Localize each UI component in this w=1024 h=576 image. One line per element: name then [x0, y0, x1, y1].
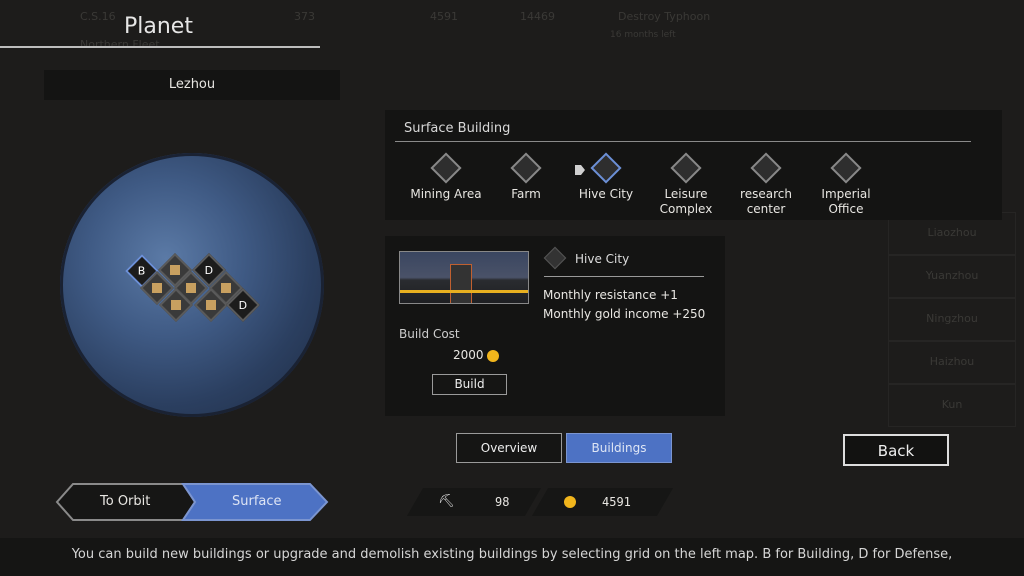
panel-divider	[395, 141, 971, 142]
building-option-label: research center	[740, 187, 792, 216]
panel-title: Surface Building	[404, 121, 511, 136]
planet-list-item: Ningzhou	[888, 298, 1016, 341]
building-option-imperial-office[interactable]: Imperial Office	[806, 152, 886, 217]
fleet-id: C.S.16	[80, 10, 116, 23]
planet-list-item: Yuanzhou	[888, 255, 1016, 298]
hud-mission-sub: 16 months left	[610, 30, 676, 40]
tab-buildings[interactable]: Buildings	[566, 433, 672, 463]
effect-resistance: Monthly resistance +1	[543, 288, 678, 302]
surface-button[interactable]: Surface	[232, 494, 282, 509]
orbit-surface-toggle	[55, 483, 329, 521]
page-title: Planet	[124, 14, 193, 39]
hud-gold: 4591	[430, 10, 458, 23]
hammer-icon: ⛏	[438, 494, 455, 509]
build-cost-value: 2000	[453, 348, 484, 362]
detail-name: Hive City	[575, 252, 630, 266]
hint-text: You can build new buildings or upgrade a…	[0, 538, 1024, 576]
back-button[interactable]: Back	[843, 434, 949, 466]
effect-gold-income: Monthly gold income +250	[543, 307, 706, 321]
production-value: 98	[495, 495, 510, 509]
farm-icon	[510, 152, 542, 184]
building-option-leisure-complex[interactable]: Leisure Complex	[646, 152, 726, 217]
gold-coin-icon	[564, 496, 576, 508]
tile-label: D	[238, 298, 248, 312]
building-option-research-center[interactable]: research center	[726, 152, 806, 217]
building-option-mining-area[interactable]: Mining Area	[406, 152, 486, 202]
build-cost-label: Build Cost	[399, 327, 460, 341]
building-option-label: Mining Area	[410, 187, 482, 201]
research-center-icon	[750, 152, 782, 184]
production-resource	[406, 488, 542, 516]
leisure-complex-icon	[206, 300, 216, 310]
hive-city-icon	[171, 300, 181, 310]
imperial-office-icon	[830, 152, 862, 184]
planet-list-item: Haizhou	[888, 341, 1016, 384]
planet-name: Lezhou	[44, 70, 340, 100]
hud-mission: Destroy Typhoon	[618, 10, 711, 23]
building-option-label: Hive City	[578, 187, 634, 201]
tab-overview[interactable]: Overview	[456, 433, 562, 463]
fleet-name: Northern Fleet	[80, 38, 160, 51]
building-option-farm[interactable]: Farm	[486, 152, 566, 202]
research-center-icon	[186, 283, 196, 293]
building-option-label: Leisure Complex	[659, 187, 713, 216]
gold-value: 4591	[602, 495, 631, 509]
mining-area-icon	[221, 283, 231, 293]
leisure-complex-icon	[670, 152, 702, 184]
tile-label: B	[138, 264, 146, 278]
tile-label: D	[204, 263, 214, 277]
building-option-label: Farm	[511, 187, 541, 201]
planet-list-item: Kun	[888, 384, 1016, 427]
gold-coin-icon	[487, 349, 500, 362]
farm-icon	[152, 283, 162, 293]
mining-area-icon	[430, 152, 462, 184]
imperial-office-icon	[170, 265, 180, 275]
hud-crystals: 14469	[520, 10, 555, 23]
title-divider	[0, 46, 320, 48]
hud-hearts: 373	[294, 10, 315, 23]
building-option-hive-city[interactable]: Hive City	[566, 152, 646, 202]
to-orbit-button[interactable]: To Orbit	[100, 494, 150, 509]
building-preview-image	[399, 251, 529, 304]
detail-divider	[544, 276, 704, 277]
building-option-label: Imperial Office	[821, 187, 871, 216]
build-button[interactable]: Build	[432, 374, 507, 395]
hive-city-icon	[590, 152, 622, 184]
